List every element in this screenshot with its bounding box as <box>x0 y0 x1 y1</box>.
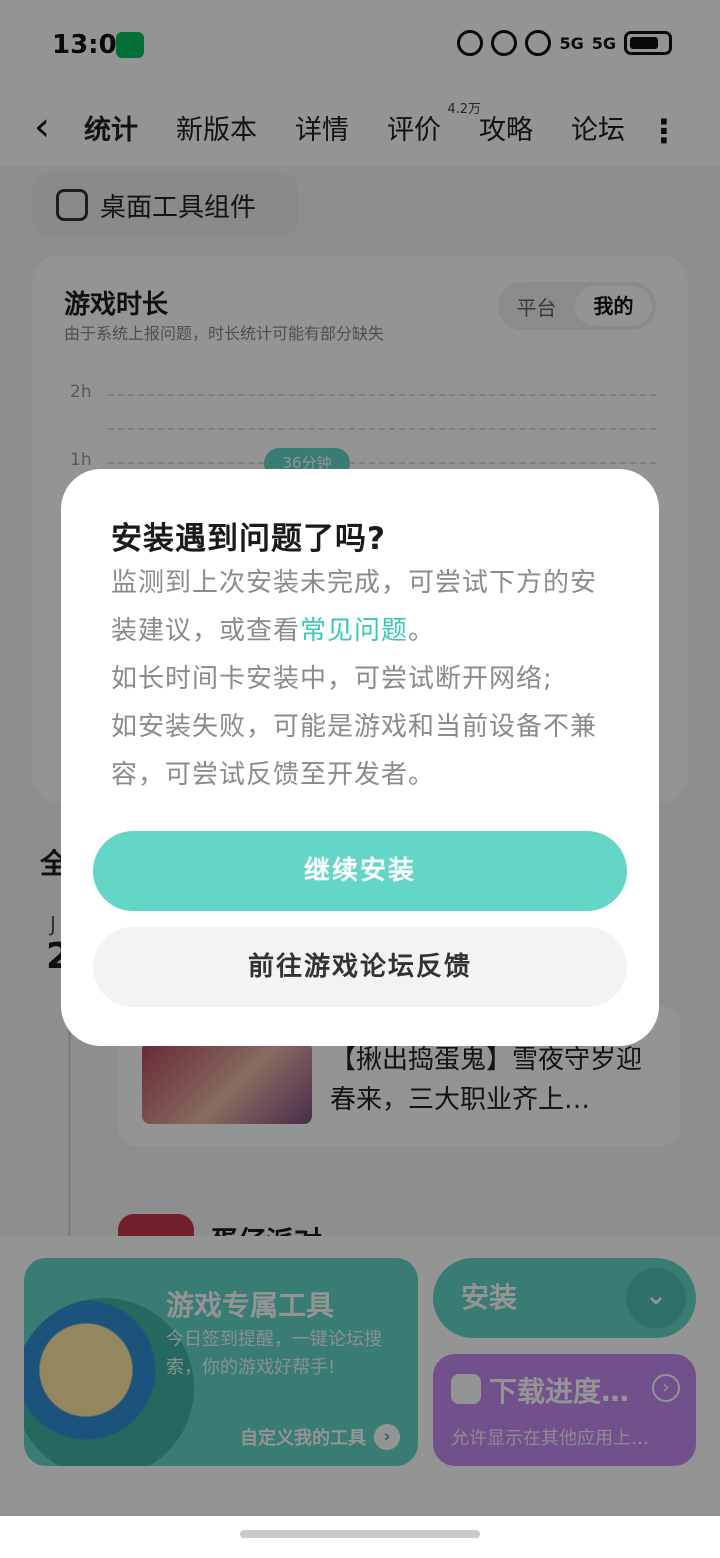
forum-feedback-button[interactable]: 前往游戏论坛反馈 <box>93 927 627 1007</box>
install-problem-dialog: 安装遇到问题了吗? 监测到上次安装未完成，可尝试下方的安装建议，或查看常见问题。… <box>61 469 659 1046</box>
gesture-area <box>0 1516 720 1558</box>
dialog-body-line4: 如安装失败，可能是游戏和当前设备不兼容，可尝试反馈至开发者。 <box>111 712 598 790</box>
dialog-body-line3: 如长时间卡安装中，可尝试断开网络; <box>111 664 553 694</box>
continue-install-button[interactable]: 继续安装 <box>93 831 627 911</box>
dialog-title: 安装遇到问题了吗? <box>111 521 386 557</box>
faq-link[interactable]: 常见问题 <box>300 616 408 646</box>
dialog-body-period: 。 <box>408 616 436 646</box>
dialog-body: 监测到上次安装未完成，可尝试下方的安装建议，或查看常见问题。 如长时间卡安装中，… <box>111 559 621 799</box>
home-indicator[interactable] <box>240 1530 480 1538</box>
